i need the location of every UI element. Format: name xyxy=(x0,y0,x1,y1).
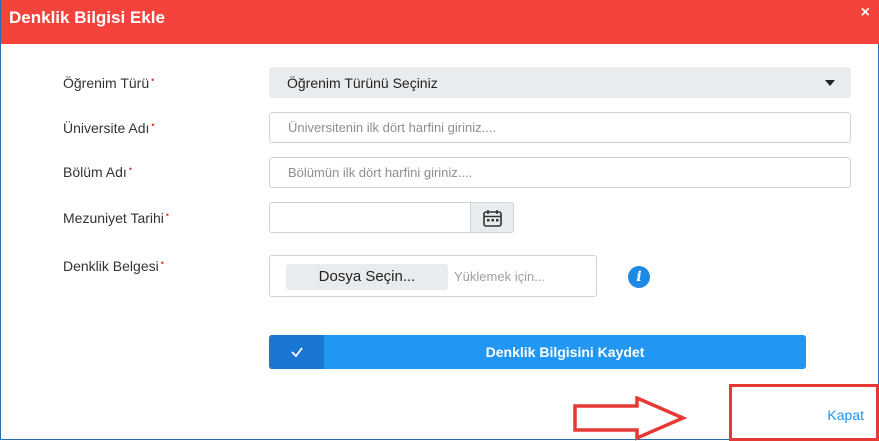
mezuniyet-label-text: Mezuniyet Tarihi xyxy=(63,210,164,226)
required-icon: • xyxy=(128,164,132,174)
belge-label-text: Denklik Belgesi xyxy=(63,258,159,274)
check-icon-svg xyxy=(291,347,303,358)
save-button[interactable]: Denklik Bilgisini Kaydet xyxy=(269,335,806,369)
file-select-button[interactable]: Dosya Seçin... xyxy=(286,264,448,290)
save-button-label: Denklik Bilgisini Kaydet xyxy=(485,344,645,360)
belge-label: Denklik Belgesi • xyxy=(63,258,164,274)
mezuniyet-label: Mezuniyet Tarihi • xyxy=(63,210,169,226)
bolum-label-text: Bölüm Adı xyxy=(63,164,127,180)
mezuniyet-date-input[interactable] xyxy=(269,202,471,233)
universite-label-text: Üniversite Adı xyxy=(63,120,150,136)
dialog: Denklik Bilgisi Ekle × Öğrenim Türü • Öğr… xyxy=(0,0,879,441)
close-button[interactable]: Kapat xyxy=(827,407,864,423)
dialog-title: Denklik Bilgisi Ekle xyxy=(9,8,165,27)
universite-label: Üniversite Adı • xyxy=(63,120,155,136)
required-icon: • xyxy=(151,75,155,85)
required-icon: • xyxy=(165,210,170,220)
close-icon[interactable]: × xyxy=(861,4,870,22)
check-icon xyxy=(269,335,324,369)
caret-down-icon xyxy=(825,80,835,86)
required-icon: • xyxy=(160,258,164,268)
ogrenim-turu-select[interactable]: Öğrenim Türünü Seçiniz xyxy=(269,67,851,98)
close-button-highlight: Kapat xyxy=(729,384,879,441)
ogrenim-turu-label: Öğrenim Türü • xyxy=(63,75,154,91)
calendar-icon xyxy=(483,210,502,227)
arrow-right-icon xyxy=(573,396,688,441)
file-placeholder: Yüklemek için... xyxy=(454,269,546,284)
info-icon[interactable]: i xyxy=(628,266,650,288)
bolum-label: Bölüm Adı • xyxy=(63,164,132,180)
belge-file-input[interactable]: Dosya Seçin... Yüklemek için... xyxy=(269,255,597,297)
ogrenim-turu-label-text: Öğrenim Türü xyxy=(63,75,150,91)
universite-input[interactable] xyxy=(269,112,851,143)
bolum-input[interactable] xyxy=(269,157,851,188)
ogrenim-turu-selected: Öğrenim Türünü Seçiniz xyxy=(287,75,438,91)
required-icon: • xyxy=(151,120,155,130)
calendar-button[interactable] xyxy=(471,202,514,233)
dialog-header: Denklik Bilgisi Ekle × xyxy=(1,0,879,44)
mezuniyet-date-picker xyxy=(269,202,514,233)
